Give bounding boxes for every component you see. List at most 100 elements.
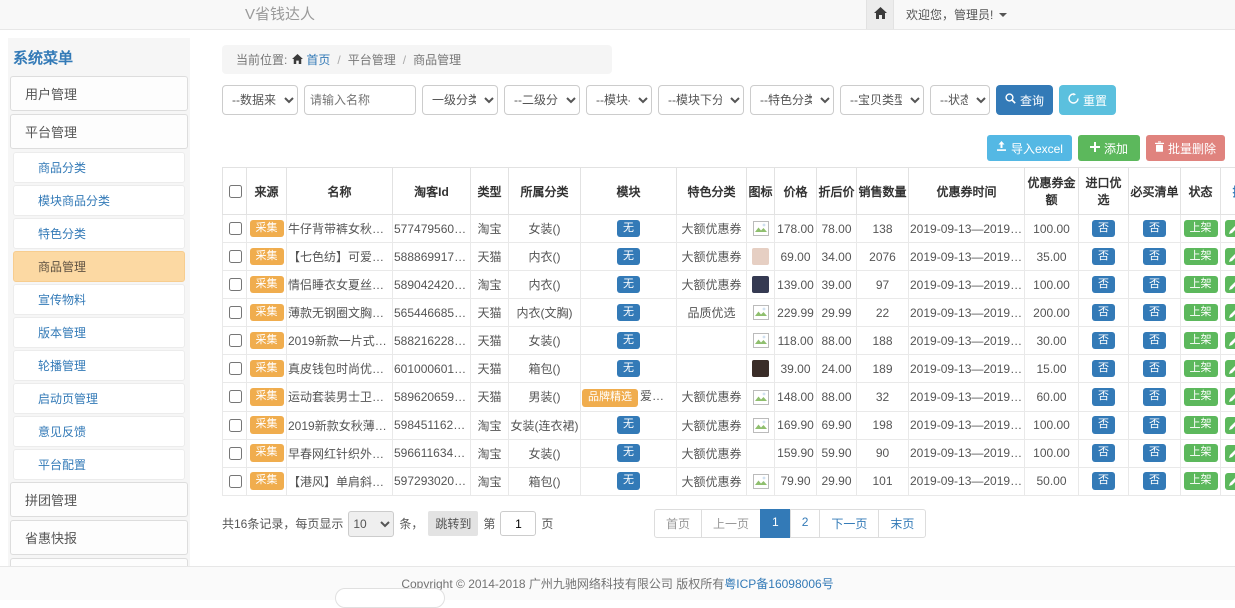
sidebar-item-平台管理[interactable]: 平台管理 xyxy=(10,114,188,149)
page-jump-input[interactable] xyxy=(500,511,536,536)
cell-must_buy: 否 xyxy=(1129,243,1181,271)
module-sub-select[interactable]: --模块下分类-- xyxy=(658,85,744,115)
cell-taoke_id: 588216228899 xyxy=(393,327,471,355)
edit-button[interactable] xyxy=(1225,473,1235,490)
badge-orange: 采集 xyxy=(250,444,284,462)
edit-button[interactable] xyxy=(1225,220,1235,237)
select-all-checkbox[interactable] xyxy=(229,185,242,198)
page-button-首页[interactable]: 首页 xyxy=(654,509,702,538)
cell-price: 178.00 xyxy=(775,215,817,243)
search-icon xyxy=(1005,93,1016,107)
edit-button[interactable] xyxy=(1225,445,1235,462)
cell-price: 159.90 xyxy=(775,439,817,467)
column-header-coupon_amount: 优惠券金额 xyxy=(1025,168,1079,215)
edit-button[interactable] xyxy=(1225,332,1235,349)
topbar-right: 欢迎您，管理员! xyxy=(866,0,1019,29)
badge-blue: 无 xyxy=(617,416,640,434)
page-button-下一页[interactable]: 下一页 xyxy=(819,509,879,538)
level2-category-select[interactable]: --二级分类-- xyxy=(504,85,580,115)
column-header-operation: 操作 xyxy=(1221,168,1235,215)
feature-category-select[interactable]: --特色分类-- xyxy=(750,85,834,115)
column-header-check[interactable] xyxy=(223,168,247,215)
jump-button[interactable]: 跳转到 xyxy=(428,511,478,536)
broken-image-icon xyxy=(753,221,769,236)
sidebar-item-宣传物料[interactable]: 宣传物料 xyxy=(13,284,185,315)
import-excel-button[interactable]: 导入excel xyxy=(987,135,1072,161)
sidebar-item-消息管理[interactable]: 消息管理 xyxy=(10,558,188,566)
row-checkbox[interactable] xyxy=(229,362,242,375)
cell-discount_price: 78.00 xyxy=(817,215,857,243)
sidebar-item-特色分类[interactable]: 特色分类 xyxy=(13,218,185,249)
row-checkbox[interactable] xyxy=(229,334,242,347)
cell-module: 无 xyxy=(581,439,677,467)
row-checkbox[interactable] xyxy=(229,222,242,235)
row-checkbox[interactable] xyxy=(229,475,242,488)
sidebar-item-启动页管理[interactable]: 启动页管理 xyxy=(13,383,185,414)
edit-button[interactable] xyxy=(1225,388,1235,405)
breadcrumb-location-label: 当前位置: xyxy=(236,51,287,68)
module-select[interactable]: --模块-- xyxy=(586,85,652,115)
breadcrumb-home-link[interactable]: 首页 xyxy=(292,51,330,68)
sidebar-item-拼团管理[interactable]: 拼团管理 xyxy=(10,482,188,517)
status-select[interactable]: --状态-- xyxy=(930,85,990,115)
page-button-1[interactable]: 1 xyxy=(760,509,791,538)
page-button-2[interactable]: 2 xyxy=(790,509,821,538)
sidebar-item-省惠快报[interactable]: 省惠快报 xyxy=(10,520,188,555)
cell-name: 薄款无钢圈文胸聚拢性... xyxy=(287,299,393,327)
sidebar-item-平台配置[interactable]: 平台配置 xyxy=(13,449,185,480)
edit-button[interactable] xyxy=(1225,417,1235,434)
column-header-module: 模块 xyxy=(581,168,677,215)
cell-coupon_amount: 60.00 xyxy=(1025,383,1079,412)
cell-module: 无 xyxy=(581,467,677,495)
name-search-input[interactable] xyxy=(304,85,416,115)
row-checkbox[interactable] xyxy=(229,447,242,460)
sidebar-item-轮播管理[interactable]: 轮播管理 xyxy=(13,350,185,381)
cell-feature: 大额优惠券 xyxy=(677,271,747,299)
cell-source: 采集 xyxy=(247,243,287,271)
home-button[interactable] xyxy=(866,0,894,29)
add-button[interactable]: 添加 xyxy=(1078,135,1140,161)
user-menu[interactable]: 欢迎您，管理员! xyxy=(894,0,1019,29)
edit-button[interactable] xyxy=(1225,304,1235,321)
sidebar-item-商品管理[interactable]: 商品管理 xyxy=(13,251,185,282)
sidebar-item-模块商品分类[interactable]: 模块商品分类 xyxy=(13,185,185,216)
cell-coupon_time: 2019-09-13—2019-09-17 xyxy=(909,299,1025,327)
column-header-category: 所属分类 xyxy=(509,168,581,215)
badge-blue: 无 xyxy=(617,304,640,322)
cell-type: 淘宝 xyxy=(471,439,509,467)
cell-source: 采集 xyxy=(247,215,287,243)
badge-blue: 无 xyxy=(617,472,640,490)
row-checkbox[interactable] xyxy=(229,390,242,403)
edit-button[interactable] xyxy=(1225,360,1235,377)
bottom-left-partial-element xyxy=(335,588,445,608)
level1-category-select[interactable]: 一级分类 xyxy=(422,85,498,115)
page-button-上一页[interactable]: 上一页 xyxy=(701,509,761,538)
page-button-末页[interactable]: 末页 xyxy=(878,509,926,538)
sidebar-item-意见反馈[interactable]: 意见反馈 xyxy=(13,416,185,447)
row-checkbox[interactable] xyxy=(229,306,242,319)
reset-button[interactable]: 重置 xyxy=(1059,85,1116,115)
cell-price: 39.00 xyxy=(775,355,817,383)
cell-must_buy: 否 xyxy=(1129,411,1181,439)
column-header-feature: 特色分类 xyxy=(677,168,747,215)
edit-button[interactable] xyxy=(1225,248,1235,265)
batch-delete-button[interactable]: 批量删除 xyxy=(1146,135,1225,161)
cell-price: 148.00 xyxy=(775,383,817,412)
data-source-select[interactable]: --数据来源-- xyxy=(222,85,298,115)
row-checkbox[interactable] xyxy=(229,419,242,432)
sidebar-item-版本管理[interactable]: 版本管理 xyxy=(13,317,185,348)
edit-button[interactable] xyxy=(1225,276,1235,293)
cell-check xyxy=(223,327,247,355)
search-button[interactable]: 查询 xyxy=(996,85,1053,115)
icp-link[interactable]: 粤ICP备16098006号 xyxy=(724,575,833,592)
item-type-select[interactable]: --宝贝类型-- xyxy=(840,85,924,115)
sidebar-item-商品分类[interactable]: 商品分类 xyxy=(13,152,185,183)
refresh-icon xyxy=(1068,93,1079,107)
breadcrumb-item[interactable]: 平台管理 xyxy=(348,51,396,68)
row-checkbox[interactable] xyxy=(229,278,242,291)
per-page-select[interactable]: 10 xyxy=(348,511,394,537)
sidebar-item-用户管理[interactable]: 用户管理 xyxy=(10,76,188,111)
row-checkbox[interactable] xyxy=(229,250,242,263)
cell-feature xyxy=(677,355,747,383)
cell-sales: 90 xyxy=(857,439,909,467)
